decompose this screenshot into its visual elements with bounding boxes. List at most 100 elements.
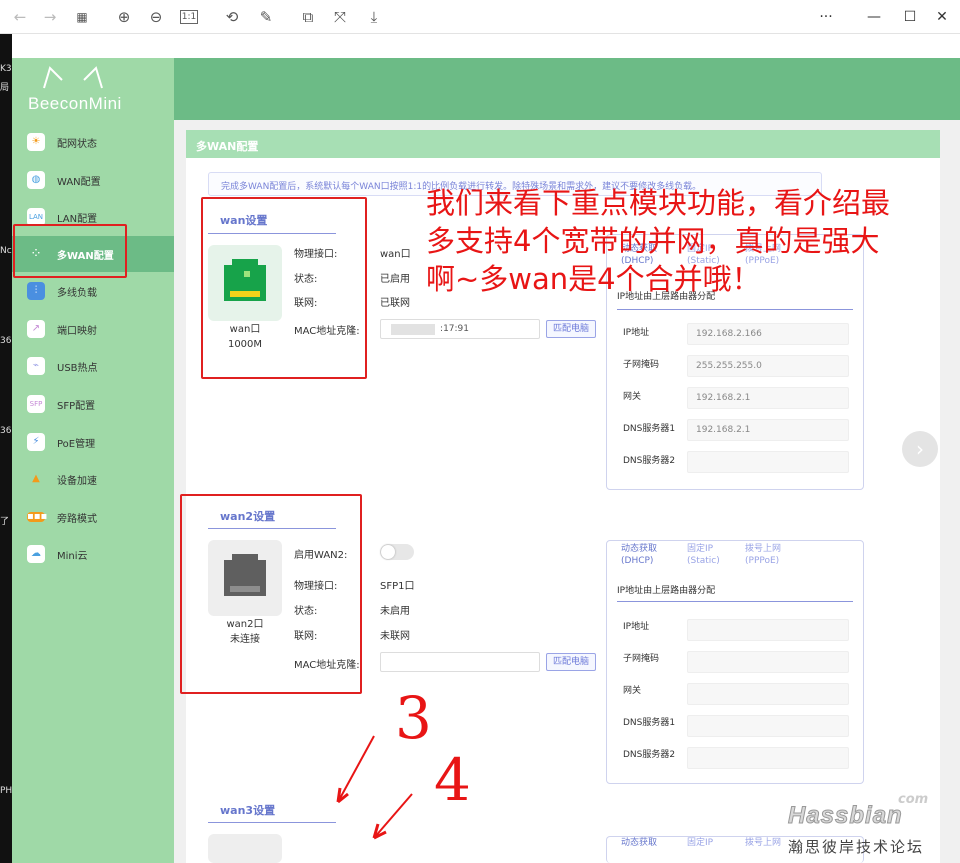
desktop-fragment: K3 (0, 64, 12, 74)
wan2-net-value: 未联网 (380, 631, 410, 642)
wan2-ip-panel: 动态获取 (DHCP) 固定IP (Static) 拨号上网 (PPPoE) IP地址… (606, 540, 864, 784)
wan2-enable-toggle[interactable] (380, 544, 414, 560)
tab-sublabel: (DHCP) (621, 556, 654, 566)
wan1-dns1-label: DNS服务器1 (623, 424, 676, 434)
sidebar-item-label: 设备加速 (57, 476, 97, 487)
desktop-fragment: 了 (0, 517, 10, 527)
desktop-fragment: PH (0, 786, 12, 796)
wan2-physical-value: SFP1口 (380, 581, 415, 592)
sidebar-item-wan[interactable]: ◍ WAN配置 (12, 162, 174, 198)
zoom-in-icon[interactable]: ⊕ (114, 8, 134, 26)
sidebar-item-poe[interactable]: ⚡ PoE管理 (12, 424, 174, 460)
grid-icon[interactable]: ▦ (72, 8, 92, 26)
wan2-mask-field[interactable] (687, 651, 849, 673)
wan1-mask-label: 子网掩码 (623, 360, 660, 370)
wan1-mac-input[interactable]: :17:91 (380, 319, 540, 339)
rotate-icon[interactable]: ⟲ (222, 8, 242, 26)
wan2-match-pc-button[interactable]: 匹配电脑 (546, 653, 596, 671)
sidebar-item-port-mapping[interactable]: ↗ 端口映射 (12, 311, 174, 347)
sliders-icon: ⫶ (27, 282, 45, 300)
field-value: 255.255.255.0 (696, 361, 762, 371)
sidebar: BeeconMini ☀ 配网状态 ◍ WAN配置 LAN LAN配置 ⁘ 多W… (12, 58, 174, 863)
more-icon[interactable]: ··· (816, 8, 836, 26)
wan2-gateway-field[interactable] (687, 683, 849, 705)
wan1-mac-tail: :17:91 (440, 324, 469, 334)
sidebar-item-label: SFP配置 (57, 401, 96, 412)
tab-sublabel: (Static) (687, 556, 720, 566)
wan1-ip-label: IP地址 (623, 328, 650, 338)
annotation-box-nav (13, 224, 127, 278)
zoom-out-icon[interactable]: ⊖ (146, 8, 166, 26)
annotation-box-wan2 (180, 494, 362, 694)
actual-size-icon[interactable]: 1:1 (180, 10, 198, 24)
sidebar-item-label: 配网状态 (57, 139, 97, 150)
watermark-sub: 瀚思彼岸技术论坛 (788, 838, 925, 856)
back-arrow-icon[interactable]: ← (10, 8, 30, 26)
watermark: com Hassbian 瀚思彼岸技术论坛 (784, 792, 944, 858)
sidebar-item-label: USB热点 (57, 363, 98, 374)
wan2-ip-divider (617, 601, 853, 602)
usb-icon: ⌁ (27, 357, 45, 375)
bypass-icon: ▪▪▪ (27, 511, 48, 522)
plug-icon: ⚡ (27, 433, 45, 451)
tab-label: 动态获取 (621, 544, 658, 554)
tab-pppoe[interactable]: 拨号上网 (PPPoE) (745, 543, 781, 567)
sidebar-item-sfp[interactable]: SFP SFP配置 (12, 386, 174, 422)
sidebar-item-bypass[interactable]: ▪▪▪ 旁路模式 (12, 499, 174, 535)
wan1-net-value: 已联网 (380, 298, 410, 309)
fit-icon[interactable]: ⤧ (330, 8, 350, 26)
wan2-mac-input[interactable] (380, 652, 540, 672)
watermark-main: Hassbian (788, 802, 903, 830)
wan1-dns2-field[interactable] (687, 451, 849, 473)
field-value: 192.168.2.1 (696, 425, 751, 435)
wan1-ip-field[interactable]: 192.168.2.166 (687, 323, 849, 345)
desktop-fragment: Nc (0, 246, 12, 256)
wan2-ip-source-text: IP地址由上层路由器分配 (617, 586, 716, 596)
tab-dhcp[interactable]: 动态获取 (DHCP) (621, 543, 657, 567)
wan2-dns1-field[interactable] (687, 715, 849, 737)
annotation-text: 我们来看下重点模块功能，看介绍最多支持4个宽带的并网，真的是强大啊~多wan是4… (426, 186, 891, 296)
sidebar-item-usb-hotspot[interactable]: ⌁ USB热点 (12, 348, 174, 384)
tab-sublabel: (PPPoE) (745, 556, 780, 566)
tab-label: 固定IP (687, 544, 714, 554)
globe-icon: ◍ (27, 171, 45, 189)
toggle-knob (381, 545, 395, 559)
sidebar-item-mini-cloud[interactable]: ☁ Mini云 (12, 536, 174, 572)
tab-static[interactable]: 固定IP (687, 837, 713, 849)
sidebar-item-load-balance[interactable]: ⫶ 多线负载 (12, 273, 174, 309)
section-header: 多WAN配置 (186, 130, 940, 158)
field-value: 192.168.2.1 (696, 393, 751, 403)
desktop-fragment: 36 (0, 336, 12, 346)
wan2-ip-field[interactable] (687, 619, 849, 641)
sidebar-item-label: WAN配置 (57, 177, 101, 188)
tab-static[interactable]: 固定IP (Static) (687, 543, 720, 567)
wan1-status-value: 已启用 (380, 274, 410, 285)
field-value: 192.168.2.166 (696, 329, 762, 339)
next-arrow-icon[interactable]: › (902, 431, 938, 467)
wan1-gateway-field[interactable]: 192.168.2.1 (687, 387, 849, 409)
sidebar-item-acceleration[interactable]: ▲ 设备加速 (12, 461, 174, 497)
wan1-ip-divider (617, 309, 853, 310)
minimize-icon[interactable]: — (864, 8, 884, 26)
wan1-dns1-field[interactable]: 192.168.2.1 (687, 419, 849, 441)
annotation-arrows (336, 735, 413, 840)
wan1-gateway-label: 网关 (623, 392, 642, 402)
close-icon[interactable]: ✕ (932, 8, 952, 26)
maximize-icon[interactable]: ☐ (900, 8, 920, 26)
tab-pppoe[interactable]: 拨号上网 (745, 837, 781, 849)
wan1-physical-value: wan口 (380, 249, 411, 260)
crop-icon[interactable]: ⧉ (298, 8, 318, 26)
wan1-match-pc-button[interactable]: 匹配电脑 (546, 320, 596, 338)
edit-icon[interactable]: ✎ (256, 8, 276, 26)
tab-dhcp[interactable]: 动态获取 (621, 837, 657, 849)
wan3-title: wan3设置 (220, 804, 276, 817)
section-title: 多WAN配置 (196, 140, 259, 153)
rocket-icon: ▲ (32, 473, 40, 484)
sfp-icon: SFP (27, 395, 45, 413)
wan2-dns2-field[interactable] (687, 747, 849, 769)
download-icon[interactable]: ⤓ (364, 8, 384, 26)
sidebar-item-network-status[interactable]: ☀ 配网状态 (12, 124, 174, 160)
wan1-mask-field[interactable]: 255.255.255.0 (687, 355, 849, 377)
forward-arrow-icon[interactable]: → (40, 8, 60, 26)
tab-label: 拨号上网 (745, 544, 782, 554)
